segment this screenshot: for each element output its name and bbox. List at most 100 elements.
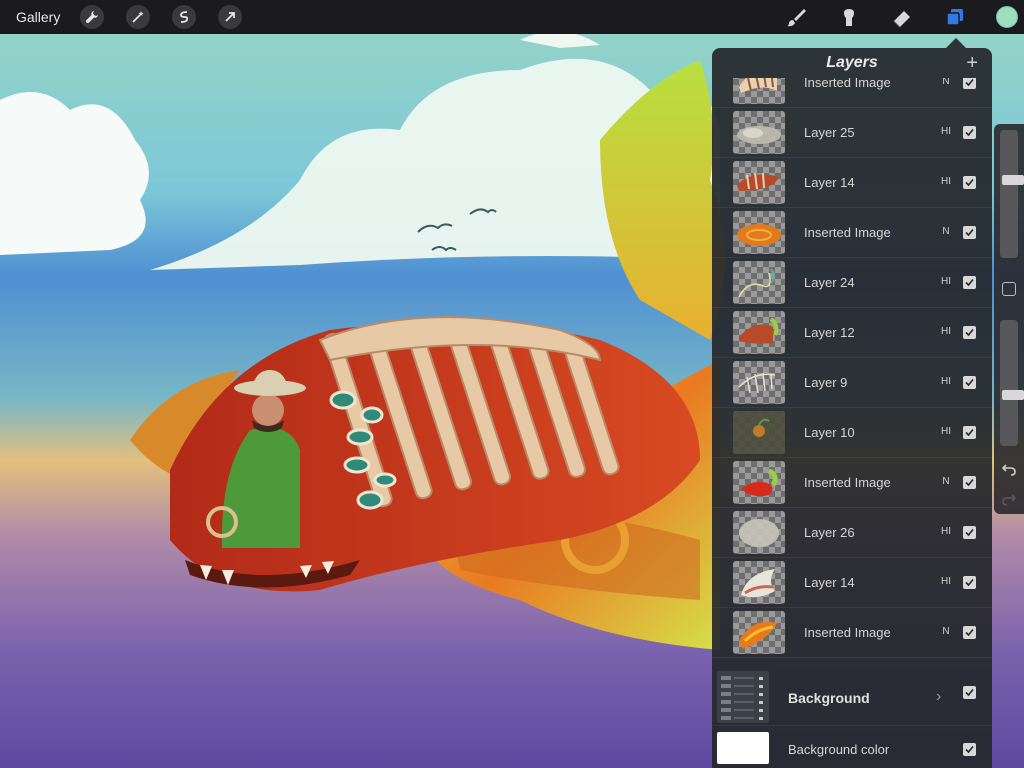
group-thumbnail [717, 671, 769, 723]
blend-mode-button[interactable]: N [938, 626, 954, 637]
selection-button[interactable] [172, 5, 197, 29]
blend-mode-button[interactable]: N [938, 78, 954, 87]
brush-icon [787, 9, 806, 27]
layer-row[interactable]: Layer 14 HI [712, 558, 992, 608]
adjustments-button[interactable] [126, 5, 151, 29]
layer-visibility-checkbox[interactable] [963, 276, 976, 289]
eraser-tool-button[interactable] [890, 5, 914, 29]
layers-panel-pointer [946, 38, 966, 48]
layer-row[interactable]: Inserted Image N [712, 78, 992, 108]
brush-tool-button[interactable] [784, 5, 808, 29]
layer-visibility-checkbox[interactable] [963, 226, 976, 239]
layer-thumbnail [733, 161, 785, 204]
layer-thumbnail [733, 111, 785, 154]
layer-row[interactable]: Layer 12 HI [712, 308, 992, 358]
blend-mode-button[interactable]: HI [938, 276, 954, 287]
layer-name: Layer 24 [804, 275, 855, 290]
layer-name: Layer 10 [804, 425, 855, 440]
add-layer-button[interactable]: + [966, 53, 978, 73]
layer-visibility-checkbox[interactable] [963, 626, 976, 639]
layer-thumbnail [733, 261, 785, 304]
redo-icon[interactable] [1002, 492, 1016, 506]
brush-size-slider[interactable] [1000, 130, 1024, 258]
layer-row[interactable]: Layer 14 HI [712, 158, 992, 208]
opacity-handle[interactable] [1002, 390, 1024, 400]
right-tool-group [784, 0, 1024, 34]
layer-row[interactable]: Layer 26 HI [712, 508, 992, 558]
checkmark-icon [965, 628, 974, 637]
layer-name: Inserted Image [804, 78, 891, 90]
layer-thumbnail [733, 611, 785, 654]
blend-mode-button[interactable]: HI [938, 576, 954, 587]
layer-visibility-checkbox[interactable] [963, 426, 976, 439]
smudge-icon [844, 9, 854, 26]
background-visibility-checkbox[interactable] [963, 743, 976, 756]
layer-visibility-checkbox[interactable] [963, 476, 976, 489]
brush-size-handle[interactable] [1002, 175, 1024, 185]
checkmark-icon [965, 528, 974, 537]
layer-visibility-checkbox[interactable] [963, 126, 976, 139]
layer-visibility-checkbox[interactable] [963, 326, 976, 339]
current-color-swatch[interactable] [996, 6, 1018, 28]
checkmark-icon [965, 745, 974, 754]
layer-visibility-checkbox[interactable] [963, 376, 976, 389]
blend-mode-button[interactable]: HI [938, 176, 954, 187]
layers-tool-button[interactable] [943, 5, 967, 29]
blend-mode-button[interactable]: HI [938, 376, 954, 387]
layer-visibility-checkbox[interactable] [963, 526, 976, 539]
checkmark-icon [965, 278, 974, 287]
layer-visibility-checkbox[interactable] [963, 576, 976, 589]
layer-name: Layer 14 [804, 175, 855, 190]
checkmark-icon [965, 478, 974, 487]
layer-row[interactable]: Inserted Image N [712, 458, 992, 508]
layer-row[interactable]: Inserted Image N [712, 608, 992, 658]
checkmark-icon [965, 688, 974, 697]
layer-row[interactable]: Inserted Image N [712, 208, 992, 258]
layer-visibility-checkbox[interactable] [963, 78, 976, 89]
opacity-slider[interactable] [1000, 320, 1024, 446]
blend-mode-button[interactable]: HI [938, 426, 954, 437]
checkmark-icon [965, 378, 974, 387]
blend-mode-button[interactable]: HI [938, 326, 954, 337]
layer-group-background[interactable]: Background › [712, 668, 992, 726]
eraser-icon [893, 11, 910, 28]
blend-mode-button[interactable]: HI [938, 526, 954, 537]
layer-visibility-checkbox[interactable] [963, 176, 976, 189]
blend-mode-button[interactable]: HI [938, 126, 954, 137]
group-visibility-checkbox[interactable] [963, 686, 976, 699]
magic-wand-icon [132, 11, 144, 23]
smudge-tool-button[interactable] [837, 5, 861, 29]
checkmark-icon [965, 578, 974, 587]
checkmark-icon [965, 178, 974, 187]
layer-thumbnail [733, 461, 785, 504]
gallery-button[interactable]: Gallery [16, 9, 60, 25]
layer-row[interactable]: Layer 10 HI [712, 408, 992, 458]
layer-list[interactable]: Inserted Image N Layer 25 HI Layer 14 HI Inser… [712, 78, 992, 668]
panel-title: Layers [826, 54, 878, 71]
group-name: Background [788, 690, 870, 706]
actions-button[interactable] [80, 5, 105, 29]
layer-row[interactable]: Layer 24 HI [712, 258, 992, 308]
checkmark-icon [965, 128, 974, 137]
layer-name: Layer 9 [804, 375, 848, 390]
selection-icon [180, 11, 189, 23]
layer-name: Layer 25 [804, 125, 855, 140]
blend-mode-button[interactable]: N [938, 476, 954, 487]
layer-name: Inserted Image [804, 225, 891, 240]
eyedropper-modify-button[interactable] [1002, 282, 1016, 296]
transform-button[interactable] [218, 5, 243, 29]
undo-icon[interactable] [1002, 462, 1016, 476]
checkmark-icon [965, 328, 974, 337]
side-slider-bar [994, 124, 1024, 514]
chevron-right-icon[interactable]: › [936, 688, 941, 706]
layers-icon [946, 9, 963, 26]
layer-name: Layer 26 [804, 525, 855, 540]
layer-row[interactable]: Layer 25 HI [712, 108, 992, 158]
background-color-row[interactable]: Background color [712, 728, 992, 768]
layer-row[interactable]: Layer 9 HI [712, 358, 992, 408]
layer-thumbnail [733, 311, 785, 354]
blend-mode-button[interactable]: N [938, 226, 954, 237]
checkmark-icon [965, 78, 974, 87]
checkmark-icon [965, 428, 974, 437]
layer-thumbnail [733, 211, 785, 254]
